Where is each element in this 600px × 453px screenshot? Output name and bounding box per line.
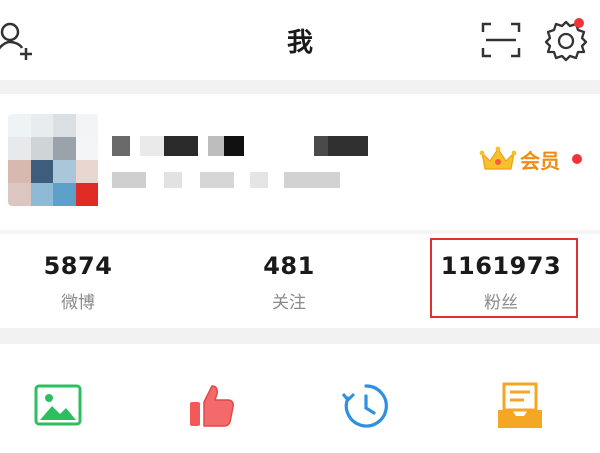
bio-mosaic bbox=[112, 172, 340, 188]
history-clock-icon[interactable] bbox=[340, 380, 392, 432]
tools-row bbox=[0, 344, 600, 453]
stat-label: 关注 bbox=[272, 293, 306, 313]
profile-card[interactable]: 会员 bbox=[0, 94, 600, 230]
notification-dot bbox=[574, 18, 584, 28]
stat-value: 5874 bbox=[43, 252, 113, 280]
stat-value: 481 bbox=[263, 252, 315, 280]
followers-highlight-box bbox=[430, 238, 578, 318]
stat-label: 微博 bbox=[61, 293, 95, 313]
stat-following[interactable]: 481 关注 bbox=[189, 234, 389, 326]
vip-label: 会员 bbox=[520, 148, 560, 173]
photo-album-icon[interactable] bbox=[32, 380, 84, 432]
stat-weibo[interactable]: 5874 微博 bbox=[0, 234, 178, 326]
vip-badge-dot bbox=[572, 154, 582, 164]
avatar[interactable] bbox=[8, 114, 98, 206]
vip-entry[interactable]: 会员 bbox=[478, 144, 582, 174]
divider bbox=[0, 80, 600, 94]
profile-screen: 我 会员 5874 微博 481 关注 1161973 粉丝 bbox=[0, 0, 600, 453]
crown-icon bbox=[478, 145, 518, 173]
divider bbox=[0, 328, 600, 344]
thumbs-up-icon[interactable] bbox=[186, 380, 238, 432]
drafts-tray-icon[interactable] bbox=[494, 380, 546, 432]
top-bar: 我 bbox=[0, 0, 600, 80]
scan-icon[interactable] bbox=[480, 20, 522, 60]
username-mosaic bbox=[112, 136, 368, 156]
settings-icon[interactable] bbox=[544, 18, 588, 62]
